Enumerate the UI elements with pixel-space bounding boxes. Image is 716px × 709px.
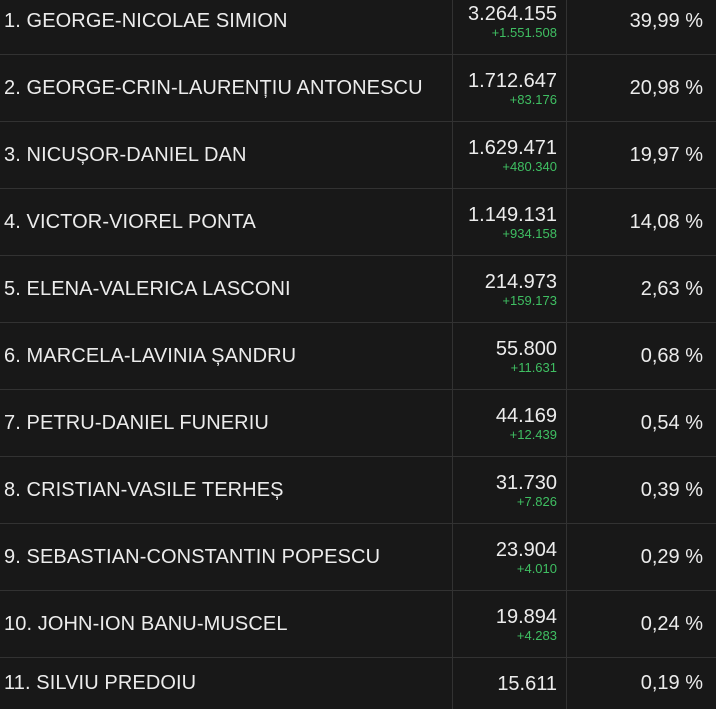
votes-total: 1.712.647 [468, 69, 557, 92]
table-row: 5. ELENA-VALERICA LASCONI 214.973 +159.1… [0, 256, 716, 323]
table-row: 4. VICTOR-VIOREL PONTA 1.149.131 +934.15… [0, 189, 716, 256]
table-row: 3. NICUȘOR-DANIEL DAN 1.629.471 +480.340… [0, 122, 716, 189]
votes-cell: 1.149.131 +934.158 [452, 189, 567, 255]
votes-cell: 214.973 +159.173 [452, 256, 567, 322]
votes-cell: 3.264.155 +1.551.508 [452, 0, 567, 54]
vote-percentage: 39,99 % [629, 9, 703, 32]
votes-total: 3.264.155 [468, 2, 557, 25]
vote-percentage: 14,08 % [629, 210, 703, 233]
votes-cell: 1.712.647 +83.176 [452, 55, 567, 121]
vote-percentage: 0,24 % [640, 612, 703, 635]
candidate-name: 8. CRISTIAN-VASILE TERHEȘ [4, 478, 284, 501]
votes-cell: 31.730 +7.826 [452, 457, 567, 523]
votes-delta: +12.439 [509, 426, 557, 442]
table-row: 9. SEBASTIAN-CONSTANTIN POPESCU 23.904 +… [0, 524, 716, 591]
candidate-name: 1. GEORGE-NICOLAE SIMION [4, 9, 288, 32]
votes-total: 19.894 [495, 605, 557, 628]
candidate-name: 6. MARCELA-LAVINIA ȘANDRU [4, 344, 297, 367]
vote-percentage: 0,19 % [640, 672, 703, 694]
votes-cell: 1.629.471 +480.340 [452, 122, 567, 188]
candidate-name: 5. ELENA-VALERICA LASCONI [4, 277, 291, 300]
votes-delta: +83.176 [509, 91, 557, 107]
vote-percentage: 0,68 % [640, 344, 703, 367]
table-row: 8. CRISTIAN-VASILE TERHEȘ 31.730 +7.826 … [0, 457, 716, 524]
vote-percentage: 20,98 % [629, 76, 703, 99]
votes-delta: +4.283 [516, 627, 557, 643]
votes-cell: 19.894 +4.283 [452, 591, 567, 657]
vote-percentage: 2,63 % [640, 277, 703, 300]
votes-cell: 23.904 +4.010 [452, 524, 567, 590]
vote-percentage: 0,39 % [640, 478, 703, 501]
votes-total: 214.973 [484, 270, 557, 293]
votes-total: 55.800 [495, 337, 557, 360]
votes-delta: +480.340 [502, 158, 557, 174]
results-table: 1. GEORGE-NICOLAE SIMION 3.264.155 +1.55… [0, 0, 716, 709]
table-row: 10. JOHN-ION BANU-MUSCEL 19.894 +4.283 0… [0, 591, 716, 658]
votes-delta: +934.158 [502, 225, 557, 241]
votes-delta: +1.551.508 [491, 24, 557, 40]
table-row: 11. SILVIU PREDOIU 15.611 0,19 % [0, 658, 716, 709]
candidate-name: 7. PETRU-DANIEL FUNERIU [4, 411, 269, 434]
table-row: 6. MARCELA-LAVINIA ȘANDRU 55.800 +11.631… [0, 323, 716, 390]
votes-total: 44.169 [495, 404, 557, 427]
votes-total: 23.904 [495, 538, 557, 561]
candidate-name: 9. SEBASTIAN-CONSTANTIN POPESCU [4, 545, 381, 568]
votes-delta: +7.826 [516, 493, 557, 509]
votes-total: 15.611 [497, 672, 557, 695]
votes-total: 31.730 [495, 471, 557, 494]
candidate-name: 2. GEORGE-CRIN-LAURENȚIU ANTONESCU [4, 76, 423, 99]
vote-percentage: 19,97 % [629, 143, 703, 166]
votes-delta: +11.631 [510, 359, 557, 375]
table-row: 1. GEORGE-NICOLAE SIMION 3.264.155 +1.55… [0, 0, 716, 55]
vote-percentage: 0,54 % [640, 411, 703, 434]
candidate-name: 3. NICUȘOR-DANIEL DAN [4, 143, 247, 166]
votes-total: 1.629.471 [468, 136, 557, 159]
votes-cell: 15.611 [452, 658, 567, 709]
table-row: 7. PETRU-DANIEL FUNERIU 44.169 +12.439 0… [0, 390, 716, 457]
candidate-name: 11. SILVIU PREDOIU [4, 672, 197, 694]
votes-delta: +159.173 [502, 292, 557, 308]
table-row: 2. GEORGE-CRIN-LAURENȚIU ANTONESCU 1.712… [0, 55, 716, 122]
candidate-name: 4. VICTOR-VIOREL PONTA [4, 210, 256, 233]
votes-cell: 55.800 +11.631 [452, 323, 567, 389]
votes-delta: +4.010 [516, 560, 557, 576]
candidate-name: 10. JOHN-ION BANU-MUSCEL [4, 612, 288, 635]
votes-cell: 44.169 +12.439 [452, 390, 567, 456]
vote-percentage: 0,29 % [640, 545, 703, 568]
votes-total: 1.149.131 [468, 203, 557, 226]
